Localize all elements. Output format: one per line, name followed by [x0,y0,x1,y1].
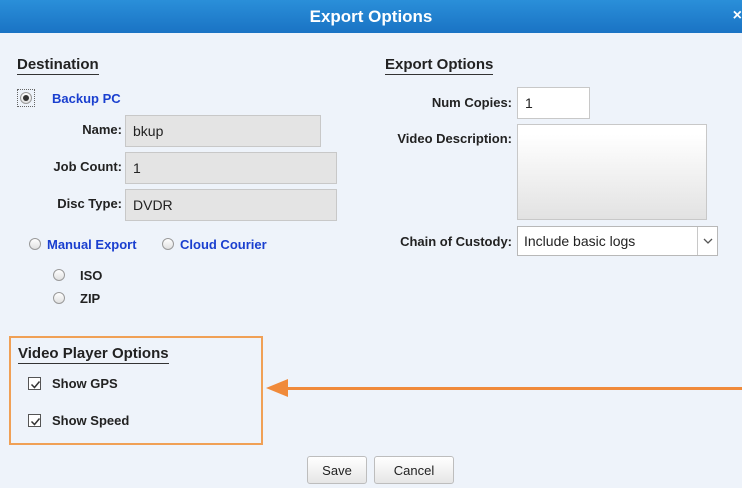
name-label: Name: [82,122,122,137]
export-options-heading: Export Options [385,56,494,75]
show-gps-label: Show GPS [52,376,118,391]
zip-label: ZIP [80,291,101,306]
job-count-field[interactable]: 1 [125,152,337,184]
cancel-button[interactable]: Cancel [374,456,454,484]
annotation-arrow-line [286,387,742,390]
close-icon[interactable]: × [730,7,742,25]
video-description-textarea[interactable] [517,124,707,220]
manual-export-label[interactable]: Manual Export [47,237,137,252]
dialog-titlebar: Export Options × [0,0,742,33]
dialog-title: Export Options [309,6,433,26]
backup-pc-label[interactable]: Backup PC [52,91,121,106]
show-gps-checkbox[interactable] [28,377,41,390]
checkmark-icon [30,381,41,389]
cloud-courier-label[interactable]: Cloud Courier [180,237,267,252]
zip-radio[interactable] [53,292,65,304]
backup-pc-radio-focus[interactable] [17,89,35,107]
annotation-arrow-head [266,379,288,397]
disc-type-label: Disc Type: [57,196,122,211]
num-copies-input[interactable]: 1 [517,87,590,119]
chain-of-custody-value: Include basic logs [524,233,636,249]
show-speed-label: Show Speed [52,413,130,428]
video-description-label: Video Description: [397,131,512,146]
export-options-dialog: Destination Backup PC Name: bkup Job Cou… [0,33,742,488]
cloud-courier-radio[interactable] [162,238,174,250]
job-count-label: Job Count: [53,159,122,174]
chain-of-custody-label: Chain of Custody: [400,234,512,249]
backup-pc-radio[interactable] [20,92,32,104]
chevron-down-icon[interactable] [697,227,717,255]
disc-type-field[interactable]: DVDR [125,189,337,221]
name-field[interactable]: bkup [125,115,321,147]
save-button[interactable]: Save [307,456,367,484]
iso-label: ISO [80,268,103,283]
chain-of-custody-select[interactable]: Include basic logs [517,226,718,256]
iso-radio[interactable] [53,269,65,281]
show-speed-checkbox[interactable] [28,414,41,427]
manual-export-radio[interactable] [29,238,41,250]
destination-heading: Destination [17,56,99,75]
checkmark-icon [30,418,41,426]
num-copies-label: Num Copies: [431,95,512,110]
video-player-options-heading: Video Player Options [18,345,169,364]
